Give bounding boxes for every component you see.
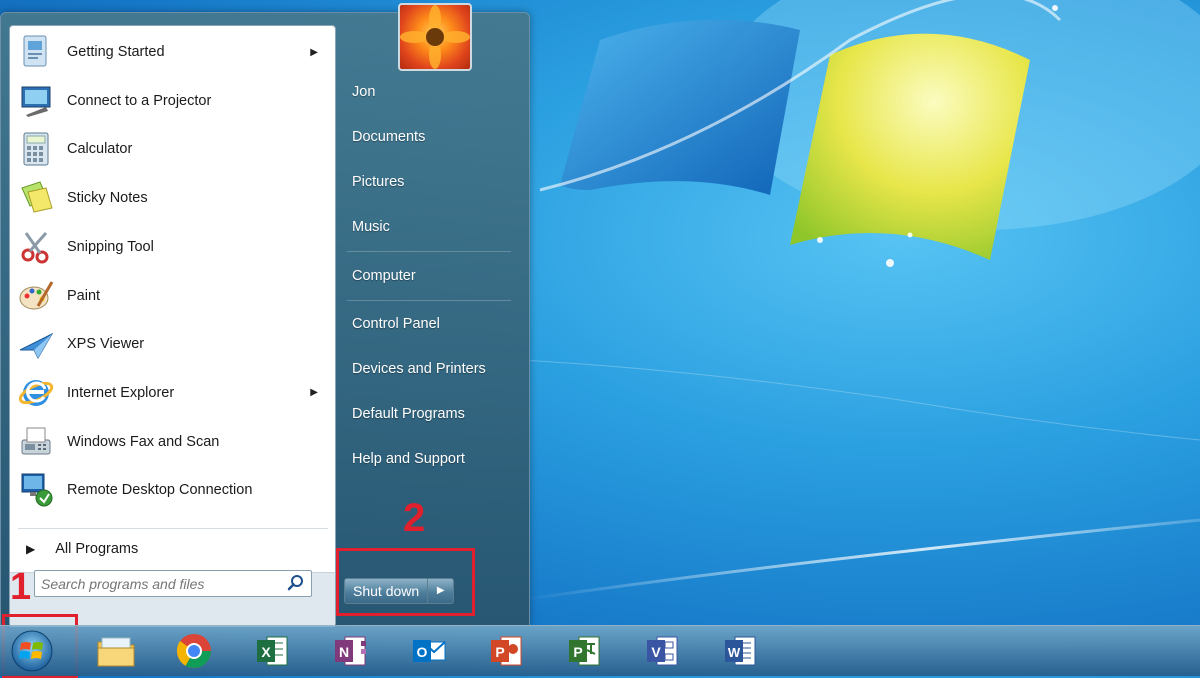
program-item-windows-fax-and-scan[interactable]: Windows Fax and Scan [16,420,328,464]
program-label: Paint [67,287,101,304]
right-link-jon[interactable]: Jon [352,78,375,106]
program-label: Sticky Notes [67,190,148,207]
step-2-label: 2 [403,496,426,540]
start-menu: Getting Started ▶ Connect to a Projector Ca… [0,3,530,627]
program-item-sticky-notes[interactable]: Sticky Notes [16,176,328,220]
program-item-getting-started[interactable]: Getting Started ▶ [16,30,328,74]
start-button[interactable] [7,628,57,674]
scissors-icon [16,227,56,267]
program-label: Windows Fax and Scan [67,433,220,450]
taskbar: X N O P P V W [0,625,1200,676]
search-icon[interactable] [287,574,305,592]
submenu-arrow-icon: ▶ [310,387,318,399]
program-label: Getting Started [67,44,165,60]
project-icon[interactable]: P [558,630,610,672]
excel-icon[interactable]: X [246,630,298,672]
programs-pane: Getting Started ▶ Connect to a Projector Ca… [9,25,336,627]
all-programs-item[interactable]: ▶ All Programs [26,536,326,562]
program-item-connect-to-a-projector[interactable]: Connect to a Projector [16,79,328,123]
chrome-icon[interactable] [168,630,220,672]
visio-icon[interactable]: V [636,630,688,672]
windows-orb-icon [11,630,53,672]
program-label: XPS Viewer [67,336,145,353]
triangle-right-icon: ▶ [26,542,36,556]
right-link-computer[interactable]: Computer [352,262,416,290]
program-item-xps-viewer[interactable]: XPS Viewer [16,322,328,366]
projector-icon [16,81,56,121]
program-item-internet-explorer[interactable]: Internet Explorer ▶ [16,371,328,415]
getting-started-icon [16,32,56,72]
svg-text:V: V [651,644,661,660]
user-picture[interactable] [398,3,472,71]
right-link-documents[interactable]: Documents [352,123,425,151]
svg-text:P: P [573,644,582,660]
right-link-control-panel[interactable]: Control Panel [352,310,440,338]
sticky-notes-icon [16,178,56,218]
program-label: Snipping Tool [67,238,154,255]
program-item-calculator[interactable]: Calculator [16,127,328,171]
svg-text:W: W [728,645,741,660]
remote-desktop-icon [16,470,56,510]
program-item-remote-desktop-connection[interactable]: Remote Desktop Connection [16,468,328,512]
program-item-paint[interactable]: Paint [16,274,328,318]
program-label: Connect to a Projector [67,92,212,109]
program-label: Internet Explorer [67,384,175,401]
calculator-icon [16,129,56,169]
program-label: Calculator [67,141,133,158]
file-explorer-icon[interactable] [90,630,142,672]
separator [347,300,511,301]
search-input-container[interactable] [34,570,312,597]
onenote-icon[interactable]: N [324,630,376,672]
right-link-music[interactable]: Music [352,213,390,241]
svg-text:N: N [339,644,349,660]
right-link-devices-and-printers[interactable]: Devices and Printers [352,355,486,383]
powerpoint-icon[interactable]: P [480,630,532,672]
step-1-label: 1 [10,566,32,608]
right-link-pictures[interactable]: Pictures [352,168,404,196]
svg-text:X: X [261,644,271,660]
svg-text:P: P [495,644,504,660]
shutdown-highlight [336,548,475,616]
flower-icon [400,5,470,69]
fax-icon [16,422,56,462]
separator [18,528,328,529]
program-label: Remote Desktop Connection [67,482,253,499]
outlook-icon[interactable]: O [402,630,454,672]
separator [347,251,511,252]
program-item-snipping-tool[interactable]: Snipping Tool [16,225,328,269]
right-link-default-programs[interactable]: Default Programs [352,400,465,428]
internet-explorer-icon [16,373,56,413]
paint-palette-icon [16,276,56,316]
submenu-arrow-icon: ▶ [310,46,318,58]
search-input[interactable] [39,574,283,594]
right-link-help-and-support[interactable]: Help and Support [352,445,465,473]
paper-plane-icon [16,324,56,364]
svg-text:O: O [417,644,428,660]
all-programs-label: All Programs [55,541,139,557]
word-icon[interactable]: W [714,630,766,672]
